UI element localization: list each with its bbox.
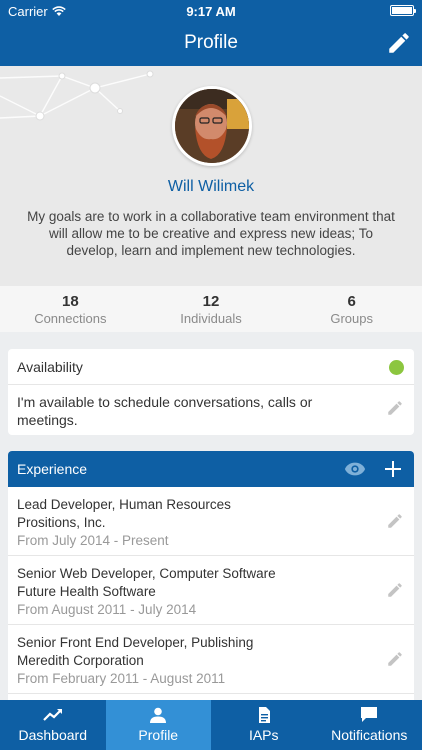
tab-notifications[interactable]: Notifications [317, 700, 422, 750]
edit-experience-pencil-icon[interactable] [386, 650, 404, 668]
experience-item[interactable]: Senior Front End Developer, Publishing M… [8, 625, 414, 694]
experience-company: Meredith Corporation [17, 653, 144, 668]
trend-icon [42, 709, 62, 721]
experience-card: Experience Lead Developer, Human Resourc… [8, 451, 414, 711]
availability-header: Availability [8, 349, 414, 385]
tab-label: Notifications [331, 727, 408, 743]
experience-dates: From February 2011 - August 2011 [17, 671, 226, 686]
availability-title: Availability [17, 359, 83, 375]
nav-bar: Profile [0, 22, 422, 66]
document-icon [258, 707, 270, 723]
tab-label: Profile [138, 727, 179, 743]
pencil-icon[interactable] [386, 30, 412, 56]
edit-experience-pencil-icon[interactable] [386, 512, 404, 530]
avatar[interactable] [172, 86, 252, 166]
stat-groups[interactable]: 6 Groups [281, 286, 422, 332]
availability-body: I'm available to schedule conversations,… [8, 385, 414, 429]
stat-value: 12 [202, 293, 220, 310]
experience-role: Senior Web Developer, Computer Software [17, 566, 276, 581]
profile-header: Will Wilimek My goals are to work in a c… [0, 66, 422, 286]
stat-value: 18 [61, 293, 79, 310]
stat-label: Individuals [180, 311, 242, 326]
person-icon [150, 707, 167, 723]
stat-label: Groups [330, 311, 373, 326]
experience-role: Senior Front End Developer, Publishing [17, 635, 254, 650]
edit-availability-pencil-icon[interactable] [386, 399, 404, 417]
availability-text: I'm available to schedule conversations,… [17, 394, 313, 428]
tab-dashboard[interactable]: Dashboard [0, 700, 106, 750]
experience-role: Lead Developer, Human Resources [17, 497, 231, 512]
tab-iaps[interactable]: IAPs [211, 700, 317, 750]
avatar-photo [175, 89, 249, 163]
experience-header: Experience [8, 451, 414, 487]
battery-icon [390, 5, 416, 16]
profile-bio: My goals are to work in a collaborative … [27, 209, 395, 258]
experience-company: Future Health Software [17, 584, 156, 599]
experience-item[interactable]: Senior Web Developer, Computer Software … [8, 556, 414, 625]
availability-card: Availability I'm available to schedule c… [8, 349, 414, 435]
experience-item[interactable]: Lead Developer, Human Resources Prositio… [8, 487, 414, 556]
tab-bar: Dashboard Profile IAPs Notifications [0, 700, 422, 750]
tab-profile[interactable]: Profile [105, 700, 211, 750]
stat-value: 6 [347, 293, 356, 310]
tab-label: IAPs [248, 727, 279, 743]
chat-icon [361, 707, 378, 722]
edit-experience-pencil-icon[interactable] [386, 581, 404, 599]
availability-status-indicator [389, 360, 404, 375]
profile-name: Will Wilimek [167, 178, 255, 195]
experience-company: Prositions, Inc. [17, 515, 106, 530]
page-title: Profile [184, 32, 238, 53]
status-bar: Carrier 9:17 AM [0, 0, 422, 22]
network-pattern [0, 70, 154, 121]
experience-title: Experience [17, 461, 88, 477]
stat-connections[interactable]: 18 Connections [0, 286, 141, 332]
stat-individuals[interactable]: 12 Individuals [141, 286, 282, 332]
stats-bar: 18 Connections 12 Individuals 6 Groups [0, 286, 422, 332]
clock: 9:17 AM [186, 4, 236, 19]
experience-dates: From August 2011 - July 2014 [17, 602, 197, 617]
eye-icon[interactable] [344, 460, 366, 478]
stat-label: Connections [34, 311, 107, 326]
tab-label: Dashboard [18, 727, 88, 743]
add-experience-plus-icon[interactable] [384, 460, 402, 478]
experience-dates: From July 2014 - Present [17, 533, 169, 548]
